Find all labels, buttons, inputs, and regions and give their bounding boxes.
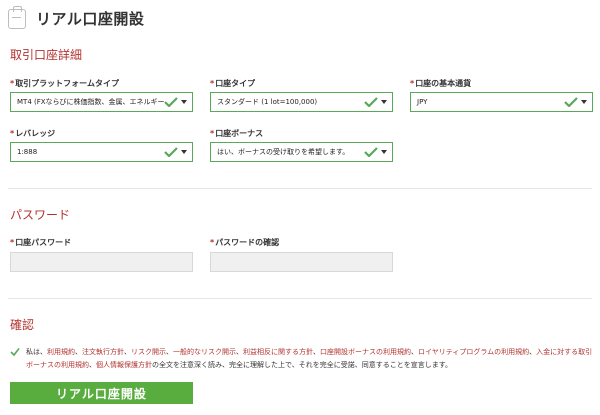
section-title-account-details: 取引口座詳細 <box>10 48 83 62</box>
open-account-button[interactable]: リアル口座開設 <box>10 382 193 404</box>
password-confirm-input[interactable] <box>210 252 393 272</box>
chevron-down-icon <box>181 100 187 104</box>
leverage-select-value: 1:888 <box>17 148 38 156</box>
account-bonus-select[interactable]: はい、ボーナスの受け取りを希望します。 <box>210 142 393 162</box>
chevron-down-icon <box>381 100 387 104</box>
page-title: リアル口座開設 <box>36 10 145 28</box>
section-title-password: パスワード <box>10 208 71 222</box>
section-divider <box>8 298 592 299</box>
terms-link[interactable]: 利用規約 <box>47 348 75 356</box>
risk-disclosure-link[interactable]: リスク開示 <box>131 348 166 356</box>
order-execution-policy-link[interactable]: 注文執行方針 <box>82 348 124 356</box>
agreement-checkbox[interactable] <box>10 347 20 357</box>
check-icon <box>364 147 378 157</box>
chevron-down-icon <box>381 150 387 154</box>
agreement-row: 私は、利用規約、注文執行方針、リスク開示、一般的なリスク開示、利益相反に関する方… <box>10 346 594 372</box>
base-currency-label: *口座の基本通貨 <box>410 79 472 88</box>
bonus-terms-link[interactable]: 口座開設ボーナスの利用規約 <box>320 348 411 356</box>
account-type-select-value: スタンダード (1 lot=100,000) <box>217 98 318 106</box>
check-icon <box>564 97 578 107</box>
check-icon <box>164 147 178 157</box>
account-bonus-select-value: はい、ボーナスの受け取りを希望します。 <box>217 148 350 156</box>
section-divider <box>8 188 592 189</box>
base-currency-select[interactable]: JPY <box>410 92 593 112</box>
loyalty-program-terms-link[interactable]: ロイヤリティプログラムの利用規約 <box>418 348 529 356</box>
account-type-select[interactable]: スタンダード (1 lot=100,000) <box>210 92 393 112</box>
agreement-text: 私は、利用規約、注文執行方針、リスク開示、一般的なリスク開示、利益相反に関する方… <box>26 348 593 369</box>
base-currency-select-value: JPY <box>417 98 428 106</box>
privacy-policy-link[interactable]: 個人情報保護方針 <box>96 361 152 369</box>
platform-select-value: MT4 (FXならびに株価指数、金属、エネルギーのC <box>17 98 164 106</box>
password-input[interactable] <box>10 252 193 272</box>
chevron-down-icon <box>181 150 187 154</box>
check-icon <box>364 97 378 107</box>
id-badge-icon <box>8 5 26 29</box>
platform-select[interactable]: MT4 (FXならびに株価指数、金属、エネルギーのC <box>10 92 193 112</box>
password-label: *口座パスワード <box>10 238 72 247</box>
platform-label: *取引プラットフォームタイプ <box>10 79 119 88</box>
conflict-of-interest-policy-link[interactable]: 利益相反に関する方針 <box>243 348 313 356</box>
general-risk-disclosure-link[interactable]: 一般的なリスク開示 <box>173 348 236 356</box>
account-type-label: *口座タイプ <box>210 79 256 88</box>
account-bonus-label: *口座ボーナス <box>210 129 264 138</box>
section-title-confirm: 確認 <box>10 318 35 332</box>
check-icon <box>164 97 178 107</box>
chevron-down-icon <box>581 100 587 104</box>
password-confirm-label: *パスワードの確認 <box>210 238 280 247</box>
leverage-label: *レバレッジ <box>10 129 56 138</box>
leverage-select[interactable]: 1:888 <box>10 142 193 162</box>
page-header: リアル口座開設 <box>8 5 145 29</box>
